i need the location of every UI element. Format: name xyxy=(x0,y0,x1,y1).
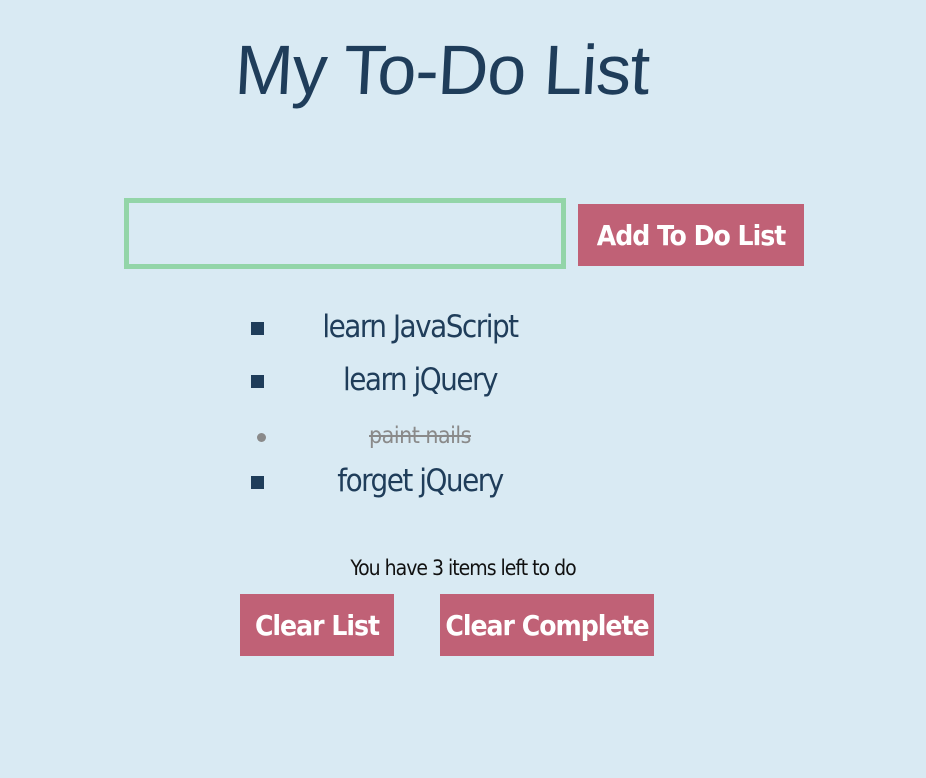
clear-complete-button[interactable]: Clear Complete xyxy=(440,594,654,656)
todo-item-label: paint nails xyxy=(369,423,471,449)
clear-list-button[interactable]: Clear List xyxy=(240,594,394,656)
todo-item[interactable]: learn JavaScript xyxy=(240,305,700,358)
todo-item-label: learn jQuery xyxy=(343,362,498,398)
todo-item[interactable]: forget jQuery xyxy=(240,459,700,512)
add-todo-button[interactable]: Add To Do List xyxy=(578,204,804,266)
todo-list: learn JavaScript learn jQuery paint nail… xyxy=(240,305,700,512)
todo-item-completed[interactable]: paint nails xyxy=(240,411,700,459)
items-left-counter: You have 3 items left to do xyxy=(350,556,576,580)
todo-item-label: learn JavaScript xyxy=(322,309,519,345)
todo-item[interactable]: learn jQuery xyxy=(240,358,700,411)
todo-item-label: forget jQuery xyxy=(337,463,504,499)
todo-input[interactable] xyxy=(124,198,566,269)
page-title: My To-Do List xyxy=(233,31,651,109)
